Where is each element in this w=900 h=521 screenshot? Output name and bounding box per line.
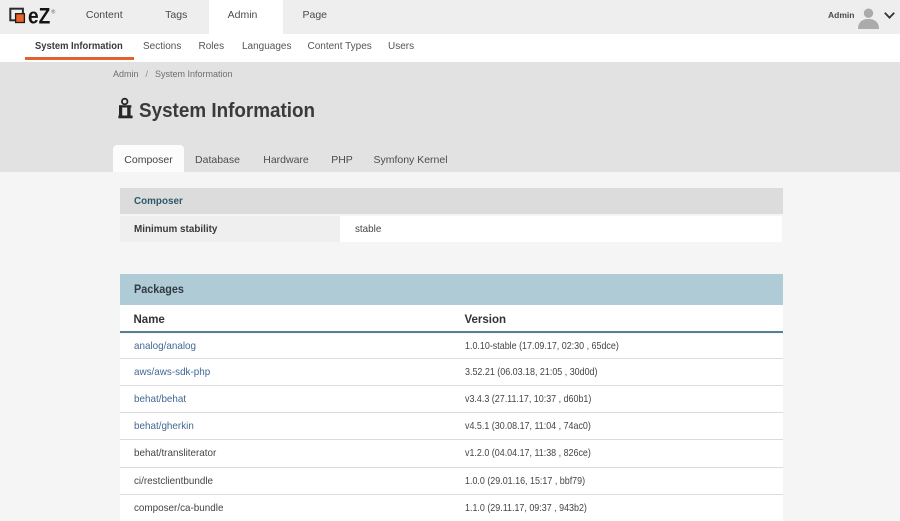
svg-text:®: ® bbox=[51, 9, 55, 16]
svg-text:eZ: eZ bbox=[28, 4, 51, 28]
